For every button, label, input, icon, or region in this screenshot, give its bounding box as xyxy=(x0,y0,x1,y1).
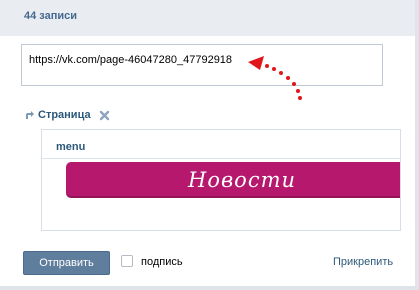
news-banner: Новости xyxy=(66,162,400,198)
signature-label[interactable]: подпись xyxy=(141,256,183,268)
pin-link[interactable]: Прикрепить xyxy=(333,256,393,268)
post-text-input[interactable]: https://vk.com/page-46047280_47792918 xyxy=(21,44,383,86)
preview-divider xyxy=(42,158,400,159)
attachment-header: Страница xyxy=(24,108,110,122)
preview-title: menu xyxy=(56,141,86,153)
wall-header: 44 записи xyxy=(0,0,415,36)
send-button[interactable]: Отправить xyxy=(23,251,110,275)
banner-text: Новости xyxy=(188,168,297,192)
page-preview[interactable]: menu Новости xyxy=(41,129,401,231)
posts-count[interactable]: 44 записи xyxy=(24,10,77,22)
share-arrow-icon xyxy=(26,111,34,119)
wall-post-composer: 44 записи https://vk.com/page-46047280_4… xyxy=(0,0,419,290)
red-dotted-arrow-icon xyxy=(248,56,302,100)
close-icon[interactable] xyxy=(99,110,110,121)
attachment-type-label[interactable]: Страница xyxy=(38,109,91,121)
signature-checkbox[interactable] xyxy=(121,255,133,267)
